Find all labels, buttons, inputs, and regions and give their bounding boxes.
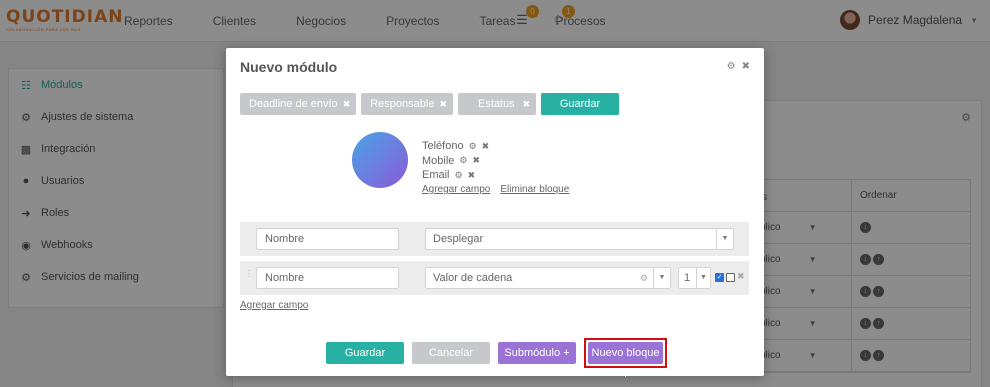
value-type-select[interactable]: Valor de cadena ⚙ ▼	[425, 267, 671, 289]
close-icon[interactable]: ✖	[742, 61, 750, 72]
field-email: Email ⚙ ✖	[422, 168, 569, 182]
add-field-link[interactable]: Agregar campo	[240, 300, 308, 311]
chip-label: Deadline de envío	[249, 98, 338, 110]
field-label: Email	[422, 169, 450, 181]
drag-handle-icon[interactable]: ⋮⋮	[245, 270, 261, 285]
new-block-button[interactable]: Nuevo bloque +	[588, 342, 663, 381]
modal-footer: Guardar Cancelar Submódulo + Nuevo bloqu…	[326, 338, 667, 381]
select-value: 1	[684, 272, 691, 284]
modal-title: Nuevo módulo	[240, 59, 338, 75]
chip-estatus[interactable]: Estatus ✖	[458, 93, 536, 115]
save-button-top[interactable]: Guardar	[541, 93, 619, 115]
field-row: Nombre Desplegar ▼	[240, 222, 749, 256]
field-mobile: Mobile ⚙ ✖	[422, 154, 569, 168]
chevron-down-icon: ▼	[716, 229, 733, 249]
contact-fields: Teléfono ⚙ ✖ Mobile ⚙ ✖ Email ⚙ ✖ Agrega…	[422, 139, 569, 195]
add-field-link[interactable]: Agregar campo	[422, 184, 490, 195]
field-label: Mobile	[422, 154, 455, 167]
cancel-button[interactable]: Cancelar	[412, 342, 490, 364]
chip-label: Responsable	[370, 98, 435, 110]
close-icon[interactable]: ✖	[468, 170, 476, 181]
new-module-modal: Nuevo módulo ⚙ ✖ Deadline de envío ✖ Res…	[226, 48, 764, 381]
chevron-down-icon: ▼	[696, 268, 710, 288]
field-links: Agregar campo Eliminar bloque	[422, 184, 569, 195]
gear-icon[interactable]: ⚙	[640, 268, 648, 288]
unique-checkbox[interactable]	[726, 273, 735, 282]
delete-block-link[interactable]: Eliminar bloque	[500, 184, 569, 195]
field-label: Teléfono	[422, 140, 464, 152]
gear-icon[interactable]: ⚙	[455, 170, 463, 181]
highlight-box: Nuevo bloque +	[584, 338, 667, 381]
chevron-down-icon: ▼	[653, 268, 670, 288]
modal-controls: ⚙ ✖	[727, 61, 750, 72]
close-icon[interactable]: ✖	[472, 155, 480, 166]
select-value: Valor de cadena	[433, 272, 513, 284]
field-chips: Deadline de envío ✖ Responsable ✖ Estatu…	[240, 93, 619, 115]
gear-icon[interactable]: ⚙	[459, 155, 467, 166]
name-input[interactable]: Nombre	[256, 228, 399, 250]
gear-icon[interactable]: ⚙	[727, 61, 736, 72]
close-icon[interactable]: ✖	[522, 99, 530, 110]
chip-label: Estatus	[478, 98, 515, 110]
gear-icon[interactable]: ⚙	[469, 141, 477, 152]
close-icon[interactable]: ✖	[737, 271, 745, 282]
name-input[interactable]: Nombre	[256, 267, 399, 289]
close-icon[interactable]: ✖	[482, 141, 490, 152]
close-icon[interactable]: ✖	[439, 99, 447, 110]
field-telefono: Teléfono ⚙ ✖	[422, 139, 569, 153]
required-checkbox[interactable]: ✓	[715, 273, 724, 282]
save-button[interactable]: Guardar	[326, 342, 404, 364]
number-select[interactable]: 1 ▼	[678, 267, 711, 289]
chip-deadline[interactable]: Deadline de envío ✖	[240, 93, 357, 115]
field-row: ⋮⋮ Nombre Valor de cadena ⚙ ▼ 1 ▼ ✓ ✖	[240, 261, 749, 295]
select-value: Desplegar	[433, 233, 484, 245]
close-icon[interactable]: ✖	[343, 99, 351, 110]
type-select[interactable]: Desplegar ▼	[425, 228, 734, 250]
submodule-button[interactable]: Submódulo +	[498, 342, 576, 364]
chip-responsable[interactable]: Responsable ✖	[361, 93, 453, 115]
module-avatar[interactable]	[352, 132, 408, 188]
